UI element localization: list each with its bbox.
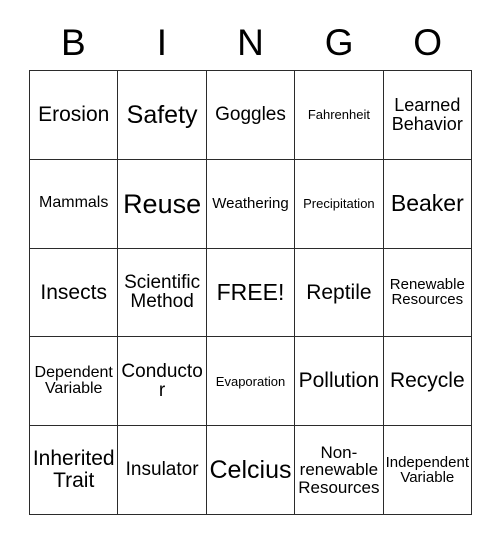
bingo-cell-label: Evaporation	[215, 373, 286, 389]
bingo-cell-r1c2[interactable]: Safety	[118, 71, 207, 160]
bingo-cell-label: Safety	[126, 100, 198, 129]
bingo-cell-r2c3[interactable]: Weathering	[206, 159, 296, 249]
bingo-cell-label: Weathering	[212, 194, 289, 212]
bingo-cell-label: Erosion	[38, 102, 110, 126]
bingo-cell-label: Renewable Resources	[389, 275, 465, 309]
bingo-cell-label: Celcius	[209, 456, 292, 485]
bingo-cell-r1c4[interactable]: Fahrenheit	[295, 71, 384, 160]
bingo-cell-r1c1[interactable]: Erosion	[30, 71, 119, 160]
bingo-cell-r3c2[interactable]: Scientific Method	[118, 248, 207, 338]
bingo-cell-label: Reptile	[306, 280, 372, 304]
bingo-cell-label: Insulator	[125, 459, 199, 481]
bingo-cell-label: Non-renewable Resources	[298, 442, 380, 497]
bingo-cell-r2c2[interactable]: Reuse	[118, 159, 207, 249]
bingo-cell-r1c3[interactable]: Goggles	[206, 71, 296, 160]
bingo-cell-r3c1[interactable]: Insects	[30, 248, 119, 338]
bingo-card: B I N G O Erosion Safety Goggles Fahrenh…	[0, 0, 500, 544]
bingo-header-letter-b: B	[60, 22, 86, 63]
bingo-cell-r5c5[interactable]: Independent Variable	[383, 426, 472, 515]
bingo-cell-r2c1[interactable]: Mammals	[30, 159, 119, 249]
bingo-cell-r4c4[interactable]: Pollution	[295, 337, 384, 427]
bingo-cell-r5c2[interactable]: Insulator	[118, 426, 207, 515]
bingo-cell-r2c4[interactable]: Precipitation	[295, 159, 384, 249]
bingo-cell-label: Recycle	[389, 369, 465, 393]
bingo-header-letter-g: G	[324, 22, 354, 63]
bingo-cell-r4c2[interactable]: Conductor	[118, 337, 207, 427]
bingo-cell-free-space[interactable]: FREE!	[206, 248, 296, 338]
bingo-cell-r3c4[interactable]: Reptile	[295, 248, 384, 338]
bingo-cell-r4c3[interactable]: Evaporation	[206, 337, 296, 427]
bingo-cell-r4c5[interactable]: Recycle	[383, 337, 472, 427]
bingo-cell-r5c3[interactable]: Celcius	[206, 426, 296, 515]
bingo-cell-label: Learned Behavior	[391, 95, 463, 134]
bingo-cell-label: Goggles	[215, 104, 286, 126]
bingo-cell-label: Conductor	[121, 360, 203, 402]
bingo-cell-r2c5[interactable]: Beaker	[383, 159, 472, 249]
bingo-cell-r4c1[interactable]: Dependent Variable	[30, 337, 119, 427]
bingo-header-row: B I N G O	[29, 16, 472, 70]
bingo-cell-r5c4[interactable]: Non-renewable Resources	[295, 426, 384, 515]
bingo-cell-label: Inherited Trait	[32, 447, 115, 493]
bingo-cell-label: Dependent Variable	[34, 363, 113, 398]
bingo-header-letter-n: N	[237, 22, 264, 63]
bingo-cell-label: Beaker	[390, 189, 464, 216]
bingo-header-letter-i: I	[156, 22, 168, 63]
bingo-cell-label: FREE!	[216, 278, 285, 305]
bingo-cell-r1c5[interactable]: Learned Behavior	[383, 71, 472, 160]
bingo-cell-label: Mammals	[39, 194, 109, 212]
bingo-cell-label: Pollution	[298, 369, 380, 393]
bingo-cell-label: Independent Variable	[385, 453, 469, 487]
bingo-cell-label: Reuse	[123, 188, 202, 219]
bingo-cell-label: Insects	[40, 280, 107, 304]
bingo-cell-label: Fahrenheit	[307, 107, 370, 123]
bingo-cell-r5c1[interactable]: Inherited Trait	[30, 426, 119, 515]
bingo-grid: Erosion Safety Goggles Fahrenheit Learne…	[29, 70, 472, 515]
bingo-header-letter-o: O	[413, 22, 443, 63]
bingo-cell-label: Precipitation	[303, 195, 375, 211]
bingo-cell-r3c5[interactable]: Renewable Resources	[383, 248, 472, 338]
bingo-cell-label: Scientific Method	[124, 271, 201, 313]
